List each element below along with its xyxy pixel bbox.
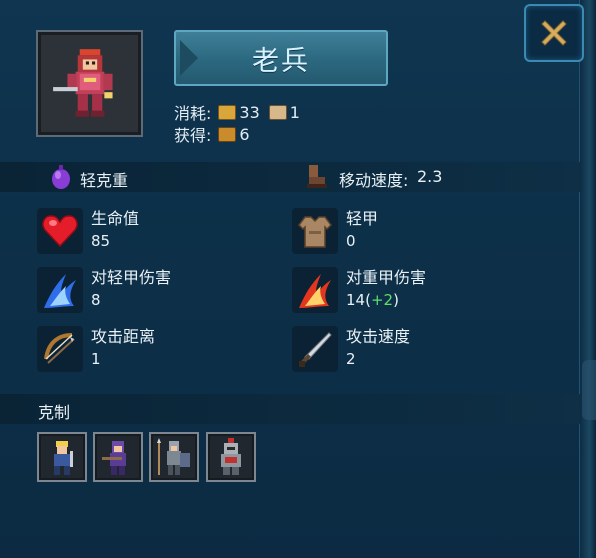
bow-icon <box>37 326 83 372</box>
counter-unit-card[interactable] <box>37 432 87 482</box>
stat-heavy-damage: 对重甲伤害 14(+2) <box>292 267 426 313</box>
purple-crossbowman-icon <box>102 441 126 475</box>
counters-band <box>0 394 580 424</box>
stat-label: 生命值 <box>91 209 140 228</box>
consume-row: 消耗: 33 1 <box>174 100 300 124</box>
stat-label: 攻击距离 <box>91 327 156 346</box>
blonde-swordsman-icon <box>54 441 73 475</box>
armor-icon <box>292 208 338 254</box>
counter-unit-card[interactable] <box>149 432 199 482</box>
stat-value: 85 <box>91 232 111 250</box>
consume-label: 消耗: <box>174 104 212 123</box>
close-icon <box>541 20 567 46</box>
gain-row: 获得: 6 <box>174 122 250 146</box>
spearman-shield-icon <box>157 438 190 475</box>
stat-label: 对轻甲伤害 <box>91 268 172 287</box>
sword-icon <box>292 326 338 372</box>
blue-slash-icon <box>37 267 83 313</box>
stat-value: 2 <box>346 350 356 368</box>
red-slash-icon <box>292 267 338 313</box>
panel-right-edge <box>580 0 596 558</box>
veteran-knight-icon <box>52 48 113 117</box>
unit-name-banner: 老兵 <box>174 30 388 86</box>
gain-label: 获得: <box>174 126 212 145</box>
population-icon <box>268 104 287 120</box>
move-speed-label: 移动速度: <box>339 171 409 190</box>
stat-label: 轻甲 <box>346 209 379 228</box>
edge-knob <box>582 360 596 420</box>
stat-range: 攻击距离 1 <box>37 326 155 372</box>
stat-value: 14(+2) <box>346 289 426 311</box>
move-speed-value: 2.3 <box>417 167 443 186</box>
consume-pop-value: 1 <box>289 102 300 122</box>
stat-value: 1 <box>91 350 101 368</box>
consume-gold-value: 33 <box>239 102 260 122</box>
stat-attack-speed: 攻击速度 2 <box>292 326 410 372</box>
counters-title: 克制 <box>38 403 71 422</box>
close-button[interactable] <box>530 10 578 56</box>
unit-name: 老兵 <box>252 45 310 77</box>
stat-armor: 轻甲 0 <box>292 208 378 254</box>
unit-portrait <box>38 32 141 135</box>
counter-unit-card[interactable] <box>206 432 256 482</box>
stat-value: 8 <box>91 291 101 309</box>
stat-base-value: 14( <box>346 291 371 309</box>
stat-label: 攻击速度 <box>346 327 411 346</box>
heavy-knight-icon <box>221 438 241 475</box>
stat-hp: 生命值 85 <box>37 208 139 254</box>
gold-bar-icon <box>218 104 237 120</box>
stat-label: 对重甲伤害 <box>346 268 427 287</box>
stat-bonus-value: +2 <box>370 291 394 309</box>
counter-unit-card[interactable] <box>93 432 143 482</box>
gain-value: 6 <box>239 124 250 144</box>
stat-value-suffix: ) <box>393 291 399 309</box>
purple-gem-icon <box>52 165 70 189</box>
boots-icon <box>307 165 327 188</box>
treasure-icon <box>218 126 237 142</box>
armor-type: 轻克重 <box>80 171 129 190</box>
stat-value: 0 <box>346 232 356 250</box>
heart-icon <box>37 208 83 254</box>
stat-light-damage: 对轻甲伤害 8 <box>37 267 171 313</box>
